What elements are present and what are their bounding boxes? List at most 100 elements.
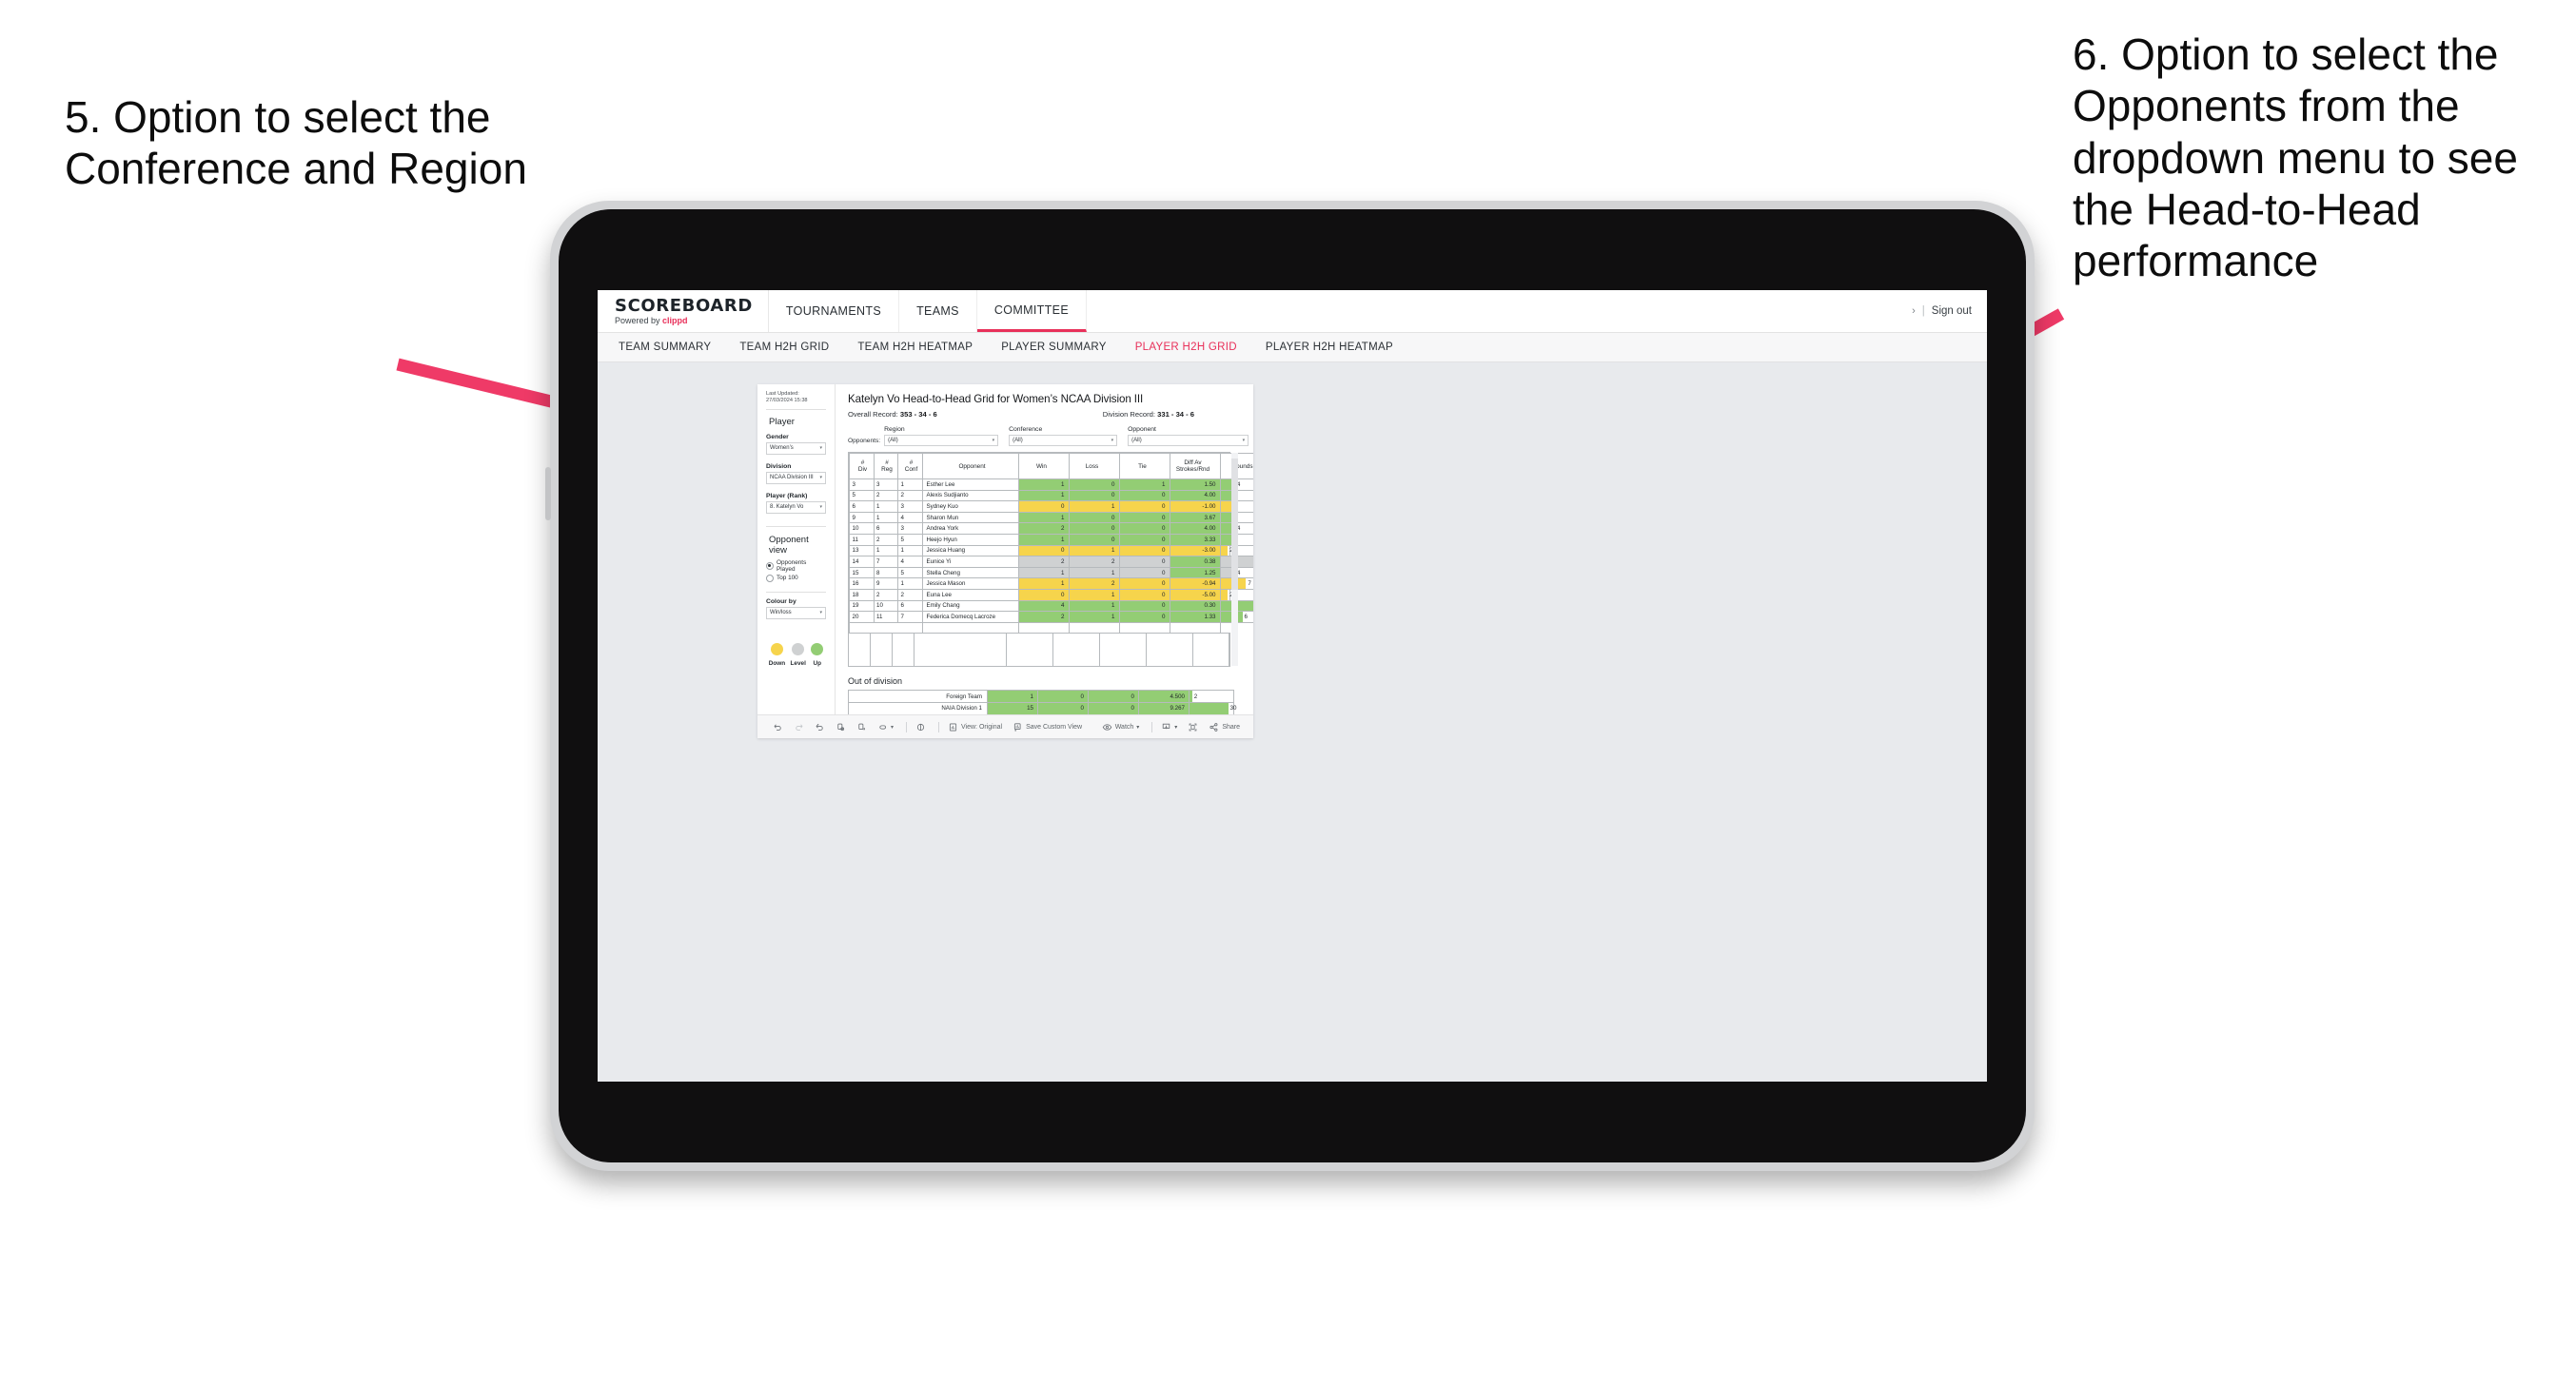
- player-rank-field: Player (Rank) 8. Katelyn Vo ▾: [766, 493, 826, 514]
- redo-button[interactable]: [794, 722, 804, 732]
- divider: [766, 591, 826, 593]
- pause-button[interactable]: [856, 722, 867, 732]
- table-row[interactable]: 3 3 1 Esther Lee 1 0 1 1.50 4: [849, 478, 1253, 491]
- cell-diff: 1.25: [1169, 566, 1221, 579]
- cell-win: 2: [1017, 556, 1070, 568]
- gender-select[interactable]: Women’s ▾: [766, 441, 826, 455]
- legend-item-up: Up: [811, 642, 824, 667]
- chevron-down-icon: ▾: [992, 438, 995, 443]
- subnav-team-summary[interactable]: TEAM SUMMARY: [619, 342, 711, 353]
- view-original-button[interactable]: View: Original: [948, 722, 1002, 732]
- cell-tie: 0: [1118, 556, 1170, 568]
- th-diff-l1: Diff Av: [1184, 459, 1202, 466]
- table-row[interactable]: 1822Euna Lee010-5.002: [849, 588, 1253, 601]
- table-head: # Div # Reg # Conf Opponent Win Loss Tie Di…: [849, 453, 1253, 479]
- opponent-select[interactable]: (All) ▾: [1128, 435, 1249, 446]
- subnav-team-h2h-heatmap[interactable]: TEAM H2H HEATMAP: [857, 342, 973, 353]
- subnav-player-h2h-heatmap[interactable]: PLAYER H2H HEATMAP: [1266, 342, 1393, 353]
- table-body: 3 3 1 Esther Lee 1 0 1 1.50 4 5 2 2 Alexis Sudjianto…: [849, 478, 1253, 634]
- table-row[interactable]: 15 8 5 Stella Cheng 1 1 0 1.25 4: [849, 566, 1253, 579]
- colour-by-field: Colour by Win/loss ▾: [766, 598, 826, 619]
- nav-tournaments[interactable]: TOURNAMENTS: [769, 290, 900, 332]
- undo-button[interactable]: [773, 722, 783, 732]
- refresh-button[interactable]: [836, 722, 846, 732]
- out-of-division-row[interactable]: NAIA Division 1 15 0 0 9.267 30: [848, 701, 1236, 714]
- nav-committee[interactable]: COMMITTEE: [976, 290, 1088, 332]
- cell-reg: 9: [873, 577, 898, 590]
- region-select[interactable]: (All) ▾: [884, 435, 999, 446]
- table-scrollbar[interactable]: [1231, 453, 1238, 667]
- legend-label-level: Level: [790, 659, 806, 667]
- radio-opponents-played[interactable]: Opponents Played: [766, 559, 826, 573]
- table-row[interactable]: 20 11 7 Federica Domecq Lacroze 2 1 0 1.33 6: [849, 611, 1253, 623]
- sign-out-link[interactable]: Sign out: [1932, 305, 1972, 317]
- nav-teams[interactable]: TEAMS: [899, 290, 977, 332]
- chevron-right-icon[interactable]: ›: [1912, 305, 1916, 317]
- app-logo[interactable]: SCOREBOARD Powered by clippd: [598, 290, 769, 332]
- division-select[interactable]: NCAA Division III ▾: [766, 471, 826, 484]
- share-button[interactable]: Share: [1209, 722, 1240, 732]
- cell-tie: 0: [1118, 511, 1170, 524]
- player-section-heading: Player: [769, 416, 795, 427]
- table-row[interactable]: 10 6 3 Andrea York 2 0 0 4.00 4: [849, 522, 1253, 535]
- cell-tie: 0: [1088, 690, 1139, 703]
- table-row[interactable]: 16 9 1 Jessica Mason 1 2 0 -0.94 7: [849, 577, 1253, 590]
- region-value: (All): [888, 438, 898, 443]
- cell-win: 1: [987, 690, 1038, 703]
- th-loss: Loss: [1068, 453, 1120, 479]
- cell-reg: 8: [873, 566, 898, 579]
- logo-title: SCOREBOARD: [615, 295, 753, 316]
- cell-div: 3: [849, 478, 875, 491]
- colour-by-select[interactable]: Win/loss ▾: [766, 606, 826, 619]
- region-filter: Region (All) ▾: [884, 426, 999, 446]
- cell-diff: 0.30: [1169, 599, 1221, 613]
- save-custom-view-button[interactable]: Save Custom View: [1013, 722, 1082, 732]
- cell-div: 14: [849, 556, 875, 568]
- cell-div: 16: [849, 577, 875, 590]
- table-row[interactable]: 613Sydney Kuo010-1.003: [849, 500, 1253, 513]
- table-row[interactable]: 19106Emily Chang4100.3011: [849, 599, 1253, 613]
- radio-top-100[interactable]: Top 100: [766, 574, 826, 582]
- highlight-dropdown[interactable]: ▾: [877, 722, 894, 732]
- table-row[interactable]: 1474Eunice Yi2200.389: [849, 556, 1253, 568]
- th-reg-l2: Reg: [881, 466, 893, 473]
- player-rank-value: 8. Katelyn Vo: [770, 504, 804, 511]
- legend-dot-level: [792, 642, 805, 655]
- table-row[interactable]: 1125Heejo Hyun1003.333: [849, 533, 1253, 546]
- subnav-player-summary[interactable]: PLAYER SUMMARY: [1001, 342, 1107, 353]
- cell-conf: 3: [897, 522, 923, 535]
- cell-loss: 1: [1068, 500, 1120, 513]
- cell-opponent: Sydney Kuo: [921, 500, 1019, 513]
- player-rank-label: Player (Rank): [766, 492, 808, 499]
- cell-reg: 1: [873, 511, 898, 524]
- toolbar-divider: [906, 721, 908, 732]
- out-of-division-row[interactable]: Foreign Team 1 0 0 4.500 2: [848, 690, 1234, 703]
- dashboard-body: Last Updated: 27/03/2024 15:38 Player Ge…: [757, 384, 1253, 714]
- cell-opponent: Jessica Huang: [921, 544, 1019, 557]
- cell-diff: 3.33: [1169, 533, 1221, 546]
- subnav-team-h2h-grid[interactable]: TEAM H2H GRID: [739, 342, 829, 353]
- table-row-partial: [849, 622, 1253, 634]
- table-row[interactable]: 914Sharon Mun1003.673: [849, 511, 1253, 524]
- overall-record-label: Overall Record:: [848, 410, 898, 419]
- player-rank-select[interactable]: 8. Katelyn Vo ▾: [766, 500, 826, 514]
- subnav-player-h2h-grid[interactable]: PLAYER H2H GRID: [1135, 342, 1237, 353]
- scrollbar-thumb[interactable]: [1231, 459, 1238, 590]
- pause-updates-button[interactable]: [915, 722, 926, 732]
- cell-opponent: Emily Chang: [921, 599, 1019, 613]
- division-field: Division NCAA Division III ▾: [766, 463, 826, 484]
- cell-opponent: Stella Cheng: [921, 566, 1019, 579]
- download-button[interactable]: ▾: [1161, 722, 1177, 732]
- cell-diff: 1.50: [1169, 478, 1221, 491]
- table-row[interactable]: 1311Jessica Huang010-3.002: [849, 544, 1253, 557]
- division-label: Division: [766, 462, 792, 470]
- radio-icon: [766, 574, 774, 582]
- fullscreen-button[interactable]: [1188, 722, 1198, 732]
- revert-button[interactable]: [815, 722, 825, 732]
- table-row[interactable]: 522Alexis Sudjianto1004.003: [849, 489, 1253, 502]
- conference-select[interactable]: (All) ▾: [1009, 435, 1118, 446]
- header-right: › | Sign out: [1912, 290, 1987, 332]
- watch-button[interactable]: Watch ▾: [1102, 722, 1139, 732]
- tablet-volume-button[interactable]: [545, 467, 551, 520]
- cell-diff: -5.00: [1169, 588, 1221, 601]
